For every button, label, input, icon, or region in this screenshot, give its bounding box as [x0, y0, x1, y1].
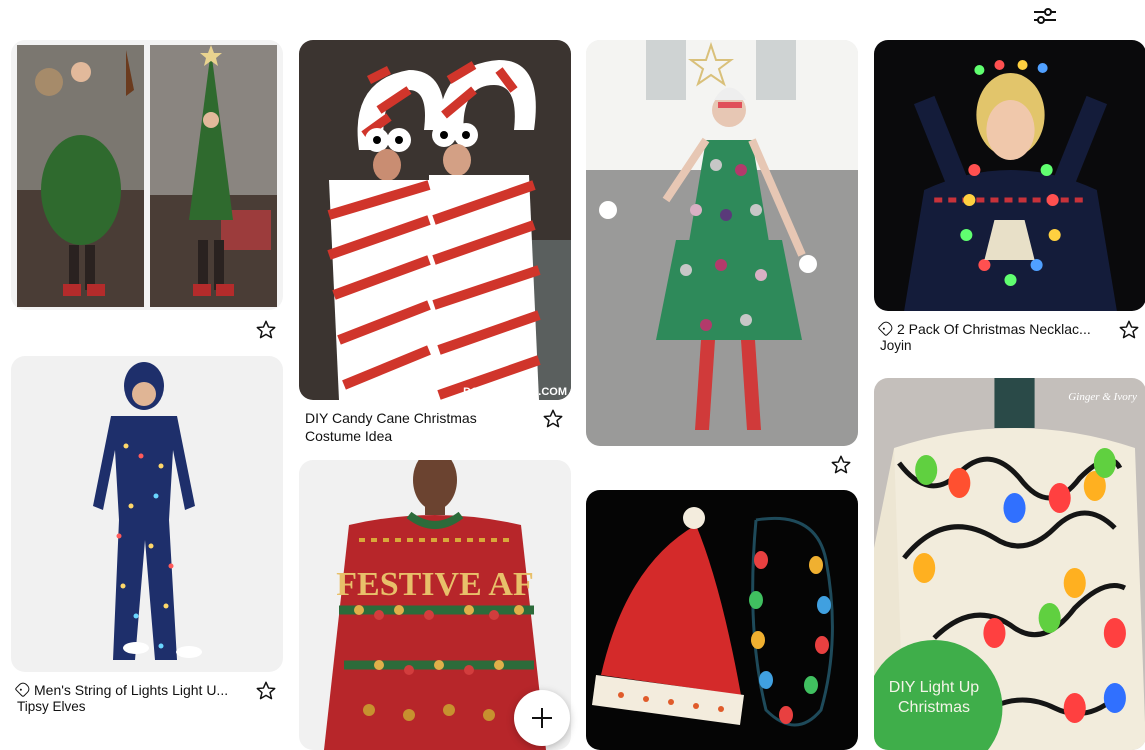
pin-caption[interactable]: Men's String of Lights Light U... [14, 680, 228, 699]
save-star-icon[interactable] [830, 454, 852, 476]
pin-image[interactable] [586, 490, 858, 750]
pin-candy-cane[interactable]: DOOBYBRAIN.COM DIY Candy Cane Christmas … [299, 40, 571, 450]
pin-tree-sweater[interactable] [11, 40, 283, 350]
pin-santa-hat[interactable] [586, 490, 858, 750]
save-star-icon[interactable] [255, 319, 277, 341]
product-tag-icon [877, 319, 895, 337]
product-tag-icon [14, 680, 32, 698]
pin-source[interactable]: Tipsy Elves [17, 699, 86, 714]
pin-image[interactable]: DOOBYBRAIN.COM [299, 40, 571, 400]
add-plus-icon[interactable] [514, 690, 570, 746]
pin-image[interactable] [874, 40, 1145, 311]
pin-image[interactable] [586, 40, 858, 446]
pin-caption[interactable]: DIY Candy Cane Christmas Costume Idea [305, 409, 505, 445]
pin-image[interactable] [11, 356, 283, 672]
pin-watermark: DOOBYBRAIN.COM [463, 386, 567, 398]
sweater-text: FESTIVE AF [336, 566, 533, 603]
pin-tree-dress[interactable] [586, 40, 858, 480]
pin-overlay-text: DIY Light Up Christmas [888, 679, 980, 716]
save-star-icon[interactable] [1118, 319, 1140, 341]
pin-image[interactable] [11, 40, 283, 310]
pin-necklace[interactable]: 2 Pack Of Christmas Necklac... Joyin [874, 40, 1145, 360]
filter-sliders-icon[interactable] [1030, 4, 1060, 28]
pin-watermark: Ginger & Ivory [1068, 391, 1137, 403]
save-star-icon[interactable] [255, 680, 277, 702]
pin-onesie[interactable]: Men's String of Lights Light U... Tipsy … [11, 356, 283, 726]
pin-source[interactable]: Joyin [880, 338, 912, 353]
pin-caption[interactable]: 2 Pack Of Christmas Necklac... [877, 319, 1091, 338]
save-star-icon[interactable] [542, 408, 564, 430]
pin-light-sweater[interactable]: Ginger & Ivory DIY Light Up Christmas [874, 378, 1145, 750]
